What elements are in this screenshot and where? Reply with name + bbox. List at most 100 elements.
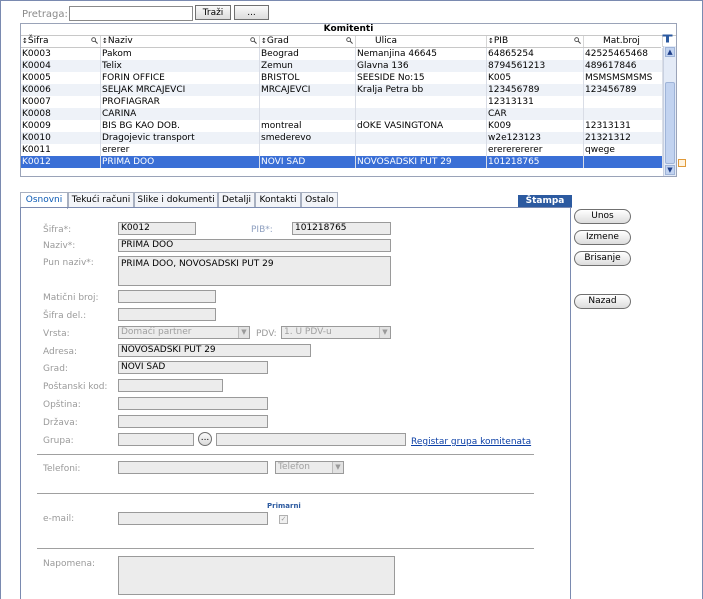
table-row[interactable]: K0010 Dragojevic transport smederevo w2e123… [21, 132, 663, 144]
table-cell: K0010 [21, 132, 101, 144]
column-filter-icon[interactable] [91, 37, 98, 44]
drzava-label: Država: [43, 418, 78, 428]
table-cell: K005 [487, 72, 584, 84]
tab-tekuci-racuni[interactable]: Tekući računi [68, 192, 134, 208]
column-header-label: Mat.broj [603, 36, 640, 46]
search-button[interactable]: Traži [195, 5, 231, 20]
grid-title: Komitenti [21, 24, 676, 36]
pdv-select[interactable]: 1. U PDV-u ▼ [281, 326, 391, 339]
pdv-value: 1. U PDV-u [284, 327, 332, 337]
table-cell [356, 108, 487, 120]
table-cell: Kralja Petra bb [356, 84, 487, 96]
column-header[interactable]: Ulica [356, 36, 487, 47]
column-header-label: PIB [493, 36, 509, 46]
table-row-selected[interactable]: K0012 PRIMA DOO NOVI SAD NOVOSADSKI PUT 29 1… [21, 156, 663, 168]
column-header[interactable]: ↕Grad [260, 36, 356, 47]
pdv-label: PDV: [256, 329, 277, 339]
table-row[interactable]: K0003 Pakom Beograd Nemanjina 46645 64865254… [21, 48, 663, 60]
brisanje-button[interactable]: Brisanje [574, 251, 631, 266]
naziv-field[interactable]: PRIMA DOO [118, 239, 391, 252]
table-cell: K009 [487, 120, 584, 132]
column-header[interactable]: ↕Naziv [101, 36, 260, 47]
column-header-label: Grad [266, 36, 289, 46]
adresa-field[interactable]: NOVOSADSKI PUT 29 [118, 344, 311, 357]
drzava-field[interactable] [118, 415, 268, 428]
table-row[interactable]: K0009 BIS BG KAO DOB. montreal dOKE VASINGT… [21, 120, 663, 132]
grupa-lookup-button[interactable]: ... [198, 432, 212, 446]
opstina-field[interactable] [118, 397, 268, 410]
nazad-button[interactable]: Nazad [574, 294, 631, 309]
table-row[interactable]: K0008 CARINA CAR [21, 108, 663, 120]
adresa-label: Adresa: [43, 347, 77, 357]
tab-slike-i-dokumenti[interactable]: Slike i dokumenti [134, 192, 218, 208]
primarni-label: Primarni [267, 502, 301, 510]
search-input[interactable] [69, 6, 193, 21]
napomena-textarea[interactable] [118, 556, 395, 595]
table-cell [356, 144, 487, 156]
email-label: e-mail: [43, 514, 75, 524]
sifra-field[interactable]: K0012 [118, 222, 196, 235]
postanski-kod-field[interactable] [118, 379, 223, 392]
pun-naziv-textarea[interactable]: PRIMA DOO, NOVOSADSKI PUT 29 [118, 256, 391, 286]
column-header[interactable]: ↕PIB [487, 36, 584, 47]
column-header-label: Šifra [27, 36, 49, 46]
telefon-type-value: Telefon [278, 462, 310, 472]
table-cell: 123456789 [487, 84, 584, 96]
column-header[interactable]: Mat.broj [584, 36, 663, 47]
table-cell: MSMSMSMSMS [584, 72, 663, 84]
telefon-field[interactable] [118, 461, 268, 474]
column-header[interactable]: ↕Šifra [21, 36, 101, 47]
table-cell: K0006 [21, 84, 101, 96]
column-filter-icon[interactable] [574, 37, 581, 44]
grupa-naziv-field [216, 433, 406, 446]
table-cell: K0003 [21, 48, 101, 60]
table-row[interactable]: K0004 Telix Zemun Glavna 136 8794561213 48961… [21, 60, 663, 72]
column-chooser-icon[interactable] [662, 34, 673, 43]
column-filter-icon[interactable] [250, 37, 257, 44]
tab-detalji[interactable]: Detalji [218, 192, 255, 208]
sifra-label: Šifra*: [43, 225, 72, 235]
table-cell: K0004 [21, 60, 101, 72]
table-cell: Beograd [260, 48, 356, 60]
divider [37, 454, 534, 455]
tab-kontakti[interactable]: Kontakti [255, 192, 301, 208]
grad-field[interactable]: NOVI SAD [118, 361, 268, 374]
postanski-kod-label: Poštanski kod: [43, 382, 108, 392]
izmene-button[interactable]: Izmene [574, 230, 631, 245]
scroll-down-icon[interactable]: ▼ [665, 165, 675, 175]
table-cell: Telix [101, 60, 260, 72]
column-filter-icon[interactable] [346, 37, 353, 44]
table-row[interactable]: K0006 SELJAK MRCAJEVCI MRCAJEVCI Kralja Pet… [21, 84, 663, 96]
table-cell: MRCAJEVCI [260, 84, 356, 96]
table-cell: PRIMA DOO [101, 156, 260, 168]
scroll-up-icon[interactable]: ▲ [665, 47, 675, 57]
unos-button[interactable]: Unos [574, 209, 631, 224]
grid-header: ↕Šifra ↕Naziv ↕Grad Ulica ↕PIB Mat.broj [21, 36, 663, 48]
table-cell: CARINA [101, 108, 260, 120]
table-row[interactable]: K0007 PROFIAGRAR 12313131 [21, 96, 663, 108]
grid-vertical-scrollbar[interactable]: ▲ ▼ [663, 46, 676, 176]
table-row[interactable]: K0011 ererer erererererer qwege [21, 144, 663, 156]
tab-ostalo[interactable]: Ostalo [301, 192, 338, 208]
telefon-type-select[interactable]: Telefon ▼ [275, 461, 344, 474]
grupa-field[interactable] [118, 433, 194, 446]
pib-field[interactable]: 101218765 [292, 222, 391, 235]
maticni-broj-field[interactable] [118, 290, 216, 303]
sifra-del-field[interactable] [118, 308, 216, 321]
table-cell [584, 96, 663, 108]
scrollbar-thumb[interactable] [665, 82, 675, 164]
search-options-button[interactable]: ... [234, 5, 269, 20]
registar-grupa-link[interactable]: Registar grupa komitenata [411, 437, 531, 447]
vrsta-label: Vrsta: [43, 329, 70, 339]
table-cell: 101218765 [487, 156, 584, 168]
table-row[interactable]: K0005 FORIN OFFICE BRISTOL SEESIDE No:15 K00… [21, 72, 663, 84]
vrsta-select[interactable]: Domaći partner ▼ [118, 326, 250, 339]
table-cell [260, 144, 356, 156]
grid-resize-handle[interactable] [678, 159, 686, 167]
telefoni-label: Telefoni: [43, 464, 81, 474]
table-cell: ererer [101, 144, 260, 156]
email-field[interactable] [118, 512, 268, 525]
table-cell: BIS BG KAO DOB. [101, 120, 260, 132]
primarni-checkbox[interactable]: ✓ [279, 515, 288, 524]
table-cell: 123456789 [584, 84, 663, 96]
